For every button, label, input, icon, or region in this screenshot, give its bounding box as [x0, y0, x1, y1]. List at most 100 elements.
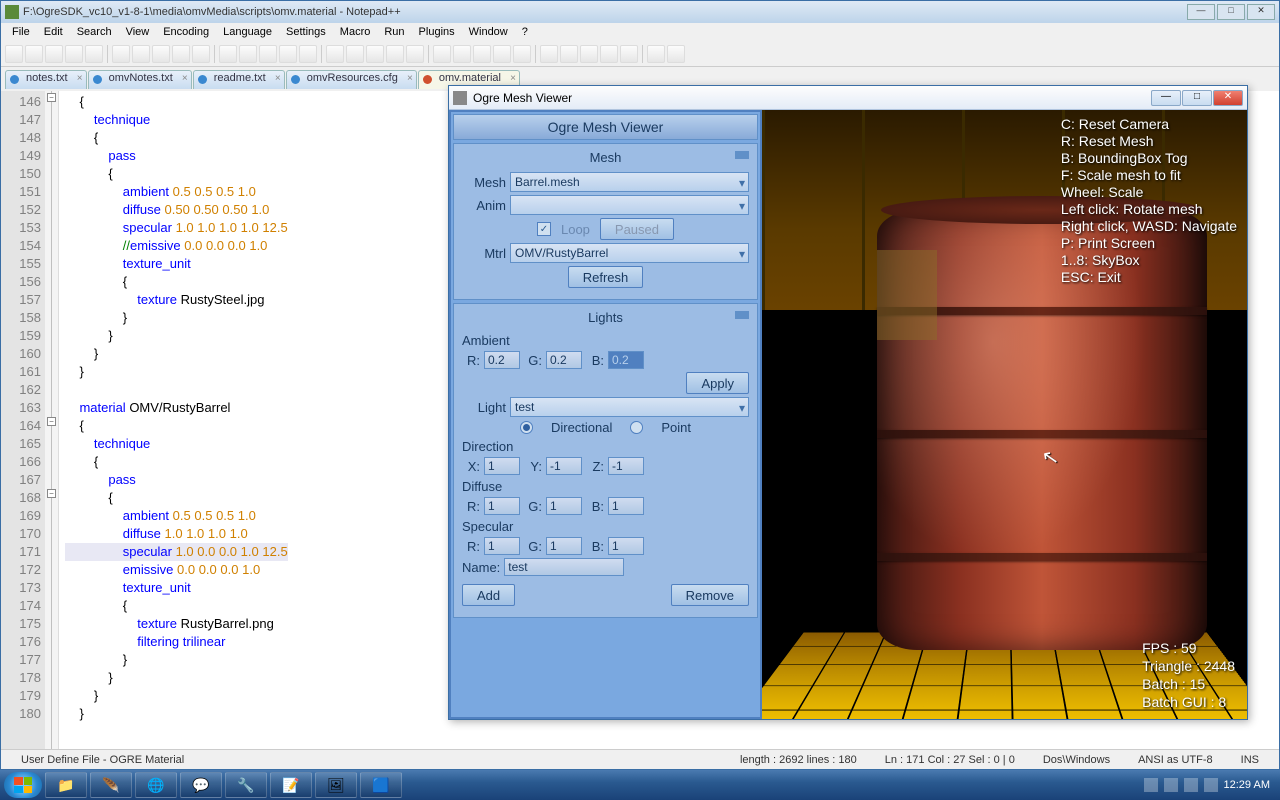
toolbar-button[interactable] — [473, 45, 491, 63]
toolbar-button[interactable] — [132, 45, 150, 63]
toolbar-button[interactable] — [647, 45, 665, 63]
specular-r-input[interactable]: 1 — [484, 537, 520, 555]
tab-close-icon[interactable]: × — [275, 73, 281, 84]
ogre-3d-viewport[interactable]: ↖ C: Reset CameraR: Reset MeshB: Boundin… — [762, 110, 1247, 719]
toolbar-button[interactable] — [45, 45, 63, 63]
menu-edit[interactable]: Edit — [37, 26, 70, 38]
toolbar-button[interactable] — [172, 45, 190, 63]
toolbar-button[interactable] — [112, 45, 130, 63]
tray-icon[interactable] — [1204, 778, 1218, 792]
ambient-r-input[interactable]: 0.2 — [484, 351, 520, 369]
tray-icon[interactable] — [1184, 778, 1198, 792]
toolbar-button[interactable] — [600, 45, 618, 63]
toolbar-button[interactable] — [259, 45, 277, 63]
menu-window[interactable]: Window — [462, 26, 515, 38]
collapse-icon[interactable] — [735, 311, 749, 319]
tab-close-icon[interactable]: × — [510, 73, 516, 84]
diffuse-g-input[interactable]: 1 — [546, 497, 582, 515]
tab-close-icon[interactable]: × — [182, 73, 188, 84]
toolbar-button[interactable] — [580, 45, 598, 63]
toolbar-button[interactable] — [346, 45, 364, 63]
tb-app3[interactable]: 🖼 — [315, 772, 357, 798]
clock[interactable]: 12:29 AM — [1224, 779, 1270, 791]
tab-omvResources.cfg[interactable]: omvResources.cfg× — [286, 70, 417, 89]
tb-skype[interactable]: 💬 — [180, 772, 222, 798]
toolbar-button[interactable] — [620, 45, 638, 63]
dir-x-input[interactable]: 1 — [484, 457, 520, 475]
taskbar[interactable]: 📁 🪶 🌐 💬 🔧 📝 🖼 🟦 12:29 AM — [0, 770, 1280, 800]
paused-button[interactable]: Paused — [600, 218, 674, 240]
npp-titlebar[interactable]: F:\OgreSDK_vc10_v1-8-1\media\omvMedia\sc… — [1, 1, 1279, 23]
toolbar-button[interactable] — [540, 45, 558, 63]
maximize-button[interactable]: □ — [1217, 4, 1245, 20]
directional-radio[interactable] — [520, 421, 533, 434]
dir-z-input[interactable]: -1 — [608, 457, 644, 475]
name-input[interactable]: test — [504, 558, 624, 576]
menu-view[interactable]: View — [119, 26, 157, 38]
toolbar-button[interactable] — [667, 45, 685, 63]
tb-explorer[interactable]: 📁 — [45, 772, 87, 798]
fold-box[interactable]: − — [47, 93, 56, 102]
dir-y-input[interactable]: -1 — [546, 457, 582, 475]
tb-ogre[interactable]: 🟦 — [360, 772, 402, 798]
mesh-combo[interactable]: Barrel.mesh — [510, 172, 749, 192]
toolbar-button[interactable] — [560, 45, 578, 63]
light-combo[interactable]: test — [510, 397, 749, 417]
toolbar-button[interactable] — [299, 45, 317, 63]
menu-macro[interactable]: Macro — [333, 26, 378, 38]
collapse-icon[interactable] — [735, 151, 749, 159]
point-radio[interactable] — [630, 421, 643, 434]
tab-close-icon[interactable]: × — [77, 73, 83, 84]
menu-?[interactable]: ? — [515, 26, 535, 38]
minimize-button[interactable]: — — [1151, 90, 1181, 106]
tb-app2[interactable]: 🔧 — [225, 772, 267, 798]
apply-button[interactable]: Apply — [686, 372, 749, 394]
tb-app[interactable]: 🪶 — [90, 772, 132, 798]
minimize-button[interactable]: — — [1187, 4, 1215, 20]
start-button[interactable] — [4, 772, 42, 798]
tab-readme.txt[interactable]: readme.txt× — [193, 70, 285, 89]
fold-gutter[interactable]: − − − — [45, 91, 59, 749]
ambient-g-input[interactable]: 0.2 — [546, 351, 582, 369]
material-combo[interactable]: OMV/RustyBarrel — [510, 243, 749, 263]
toolbar-button[interactable] — [406, 45, 424, 63]
menu-settings[interactable]: Settings — [279, 26, 333, 38]
fold-box[interactable]: − — [47, 417, 56, 426]
toolbar-button[interactable] — [5, 45, 23, 63]
system-tray[interactable]: 12:29 AM — [1138, 778, 1276, 792]
toolbar-button[interactable] — [25, 45, 43, 63]
close-button[interactable]: ✕ — [1213, 90, 1243, 106]
toolbar-button[interactable] — [239, 45, 257, 63]
anim-combo[interactable] — [510, 195, 749, 215]
add-button[interactable]: Add — [462, 584, 515, 606]
loop-checkbox[interactable]: ✓ — [537, 222, 551, 236]
tab-notes.txt[interactable]: notes.txt× — [5, 70, 87, 89]
menu-file[interactable]: File — [5, 26, 37, 38]
ambient-b-input[interactable]: 0.2 — [608, 351, 644, 369]
tb-chrome[interactable]: 🌐 — [135, 772, 177, 798]
toolbar-button[interactable] — [493, 45, 511, 63]
diffuse-b-input[interactable]: 1 — [608, 497, 644, 515]
maximize-button[interactable]: □ — [1182, 90, 1212, 106]
menu-language[interactable]: Language — [216, 26, 279, 38]
fold-box[interactable]: − — [47, 489, 56, 498]
toolbar-button[interactable] — [152, 45, 170, 63]
specular-g-input[interactable]: 1 — [546, 537, 582, 555]
ogre-titlebar[interactable]: Ogre Mesh Viewer — □ ✕ — [449, 86, 1247, 110]
toolbar-button[interactable] — [386, 45, 404, 63]
toolbar-button[interactable] — [65, 45, 83, 63]
toolbar-button[interactable] — [513, 45, 531, 63]
toolbar-button[interactable] — [433, 45, 451, 63]
toolbar-button[interactable] — [192, 45, 210, 63]
tray-icon[interactable] — [1164, 778, 1178, 792]
menu-search[interactable]: Search — [70, 26, 119, 38]
tab-omvNotes.txt[interactable]: omvNotes.txt× — [88, 70, 192, 89]
tab-close-icon[interactable]: × — [407, 73, 413, 84]
toolbar-button[interactable] — [366, 45, 384, 63]
menu-plugins[interactable]: Plugins — [412, 26, 462, 38]
refresh-button[interactable]: Refresh — [568, 266, 644, 288]
menu-run[interactable]: Run — [377, 26, 411, 38]
tray-icon[interactable] — [1144, 778, 1158, 792]
toolbar-button[interactable] — [85, 45, 103, 63]
toolbar-button[interactable] — [453, 45, 471, 63]
